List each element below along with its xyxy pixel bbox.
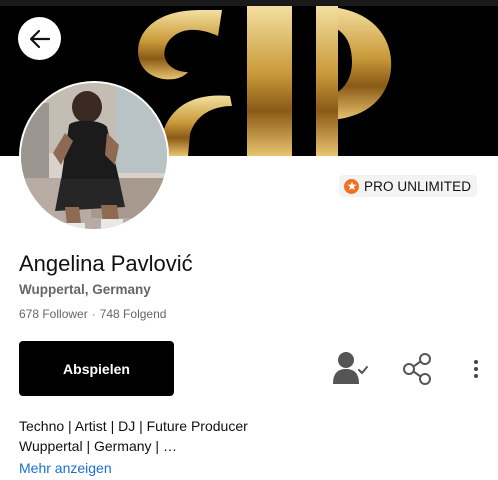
user-check-icon xyxy=(333,352,368,384)
more-options-button[interactable] xyxy=(466,356,486,382)
bio-line-2: Wuppertal | Germany | … xyxy=(19,438,177,454)
avatar[interactable] xyxy=(19,81,169,231)
bio-line-1: Techno | Artist | DJ | Future Producer xyxy=(19,418,248,434)
profile-location: Wuppertal, Germany xyxy=(19,282,151,297)
back-button[interactable] xyxy=(18,17,61,60)
followers-count[interactable]: 678 Follower xyxy=(19,307,88,321)
share-icon xyxy=(403,353,431,385)
follow-button[interactable] xyxy=(330,350,370,386)
avatar-photo xyxy=(21,83,167,229)
profile-name: Angelina Pavlović xyxy=(19,251,193,276)
play-button[interactable]: Abspielen xyxy=(19,341,174,396)
following-count[interactable]: 748 Folgend xyxy=(100,307,167,321)
show-more-link[interactable]: Mehr anzeigen xyxy=(19,460,112,476)
arrow-left-icon xyxy=(29,29,50,48)
pro-badge-label: PRO UNLIMITED xyxy=(364,178,472,194)
star-icon xyxy=(344,178,359,194)
share-button[interactable] xyxy=(398,350,436,388)
profile-stats: 678 Follower · 748 Folgend xyxy=(19,307,166,321)
stats-separator: · xyxy=(91,307,96,321)
more-vertical-icon xyxy=(474,360,478,378)
pro-badge: PRO UNLIMITED xyxy=(339,175,478,197)
profile-bio: Techno | Artist | DJ | Future Producer W… xyxy=(19,416,248,456)
